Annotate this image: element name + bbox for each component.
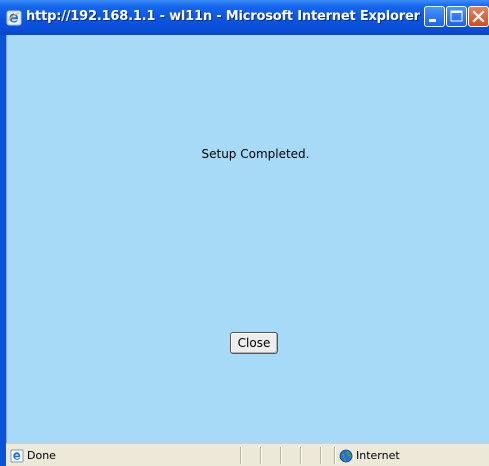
- status-text: Done: [27, 449, 56, 462]
- status-divider: [334, 447, 336, 464]
- close-icon: [472, 10, 485, 23]
- ie-icon: [6, 10, 22, 26]
- maximize-button[interactable]: [446, 6, 467, 27]
- internet-zone-icon: [339, 448, 353, 463]
- internet-zone-label: Internet: [356, 449, 400, 462]
- status-divider: [280, 447, 282, 464]
- close-window-button[interactable]: [468, 6, 489, 27]
- status-divider: [320, 447, 322, 464]
- title-bar[interactable]: http://192.168.1.1 - wl11n - Microsoft I…: [0, 0, 489, 35]
- window-title: http://192.168.1.1 - wl11n - Microsoft I…: [26, 9, 420, 24]
- status-bar: Done Internet: [6, 443, 489, 466]
- page-content: Setup Completed. Close: [6, 35, 489, 443]
- browser-window: http://192.168.1.1 - wl11n - Microsoft I…: [0, 0, 489, 466]
- close-button[interactable]: Close: [230, 332, 278, 354]
- minimize-button[interactable]: [424, 6, 445, 27]
- minimize-icon: [429, 19, 436, 22]
- setup-completed-message: Setup Completed.: [201, 147, 310, 161]
- page-done-icon: [10, 448, 24, 463]
- status-divider: [300, 447, 302, 464]
- status-divider: [260, 447, 262, 464]
- status-divider: [240, 447, 242, 464]
- maximize-icon: [450, 10, 463, 22]
